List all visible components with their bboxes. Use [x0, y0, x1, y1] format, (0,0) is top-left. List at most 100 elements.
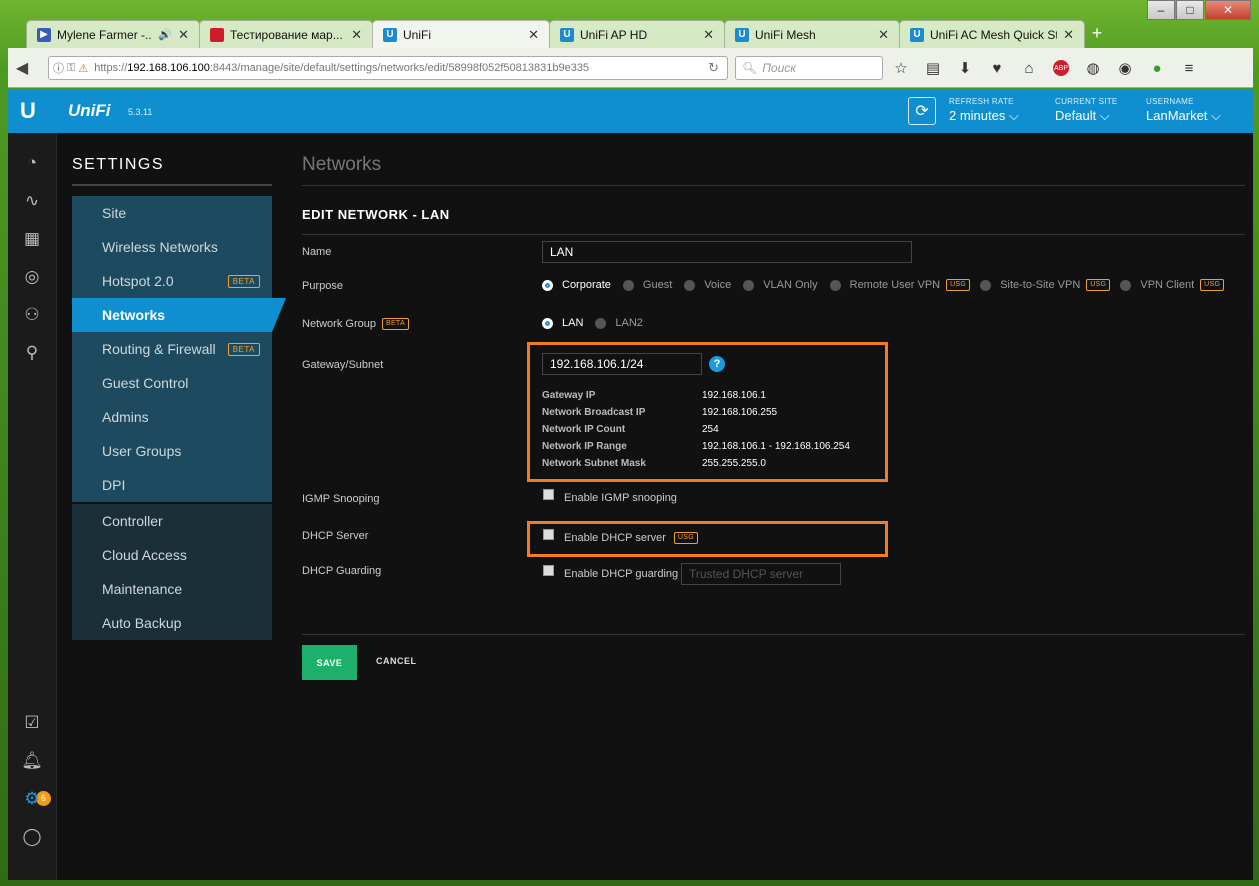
help-icon[interactable]: ? [709, 356, 725, 372]
speaker-icon[interactable]: 🔊 [158, 28, 172, 41]
radio-lan2[interactable] [595, 317, 607, 329]
radio-remote-user-vpn[interactable] [829, 279, 841, 291]
radio-lan[interactable] [542, 317, 553, 329]
eye-icon[interactable]: ◉ [1112, 56, 1138, 80]
sidebar-item-guest-control[interactable]: Guest Control [72, 366, 272, 400]
radio-corporate[interactable] [542, 279, 553, 291]
refresh-rate-dropdown[interactable]: REFRESH RATE 2 minutes ⌵ [949, 97, 1019, 124]
reload-icon[interactable]: ↻ [708, 60, 719, 76]
sidebar-item-label: Cloud Access [102, 547, 187, 563]
cancel-button[interactable]: CANCEL [376, 656, 417, 666]
name-input[interactable]: LAN [542, 241, 912, 263]
events-check-icon[interactable]: ☑ [20, 711, 44, 735]
close-tab-icon[interactable]: ✕ [703, 27, 714, 43]
tab-mylene[interactable]: ▶ Mylene Farmer -... 🔊 ✕ [26, 20, 200, 48]
radio-vpn-client[interactable] [1120, 279, 1132, 291]
radio-vlan-only[interactable] [743, 279, 755, 291]
close-tab-icon[interactable]: ✕ [878, 27, 889, 43]
sidebar-item-maintenance[interactable]: Maintenance [72, 572, 272, 606]
refresh-rate-label: REFRESH RATE [949, 97, 1014, 106]
tab-title: UniFi AC Mesh Quick St... [930, 27, 1058, 42]
dashboard-icon[interactable]: ◔ [20, 151, 44, 175]
window-controls: – □ ✕ [1147, 0, 1251, 20]
radio-voice[interactable] [684, 279, 696, 291]
radio-site-to-site-vpn[interactable] [980, 279, 992, 291]
sidebar-item-routing-firewall[interactable]: Routing & Firewall BETA [72, 332, 272, 366]
sidebar-item-admins[interactable]: Admins [72, 400, 272, 434]
save-button[interactable]: SAVE [302, 645, 357, 680]
radio-label: LAN [562, 317, 584, 329]
ubiquiti-logo-icon[interactable]: U [20, 99, 44, 123]
sidebar-item-hotspot[interactable]: Hotspot 2.0 BETA [72, 264, 272, 298]
sidebar-item-auto-backup[interactable]: Auto Backup [72, 606, 272, 640]
igmp-snooping-checkbox[interactable] [543, 489, 554, 500]
sidebar-item-label: Auto Backup [102, 615, 182, 631]
beta-badge: BETA [227, 342, 260, 356]
pocket-icon[interactable]: ♥ [984, 56, 1010, 80]
info-icon[interactable]: ⓘ [53, 60, 64, 76]
current-site-dropdown[interactable]: CURRENT SITE Default ⌵ [1055, 97, 1118, 124]
sidebar-item-label: Admins [102, 409, 149, 425]
dhcp-server-checkbox[interactable] [543, 529, 554, 540]
app-header: U UniFi 5.3.11 ⟳ REFRESH RATE 2 minutes … [8, 89, 1253, 133]
username-dropdown[interactable]: USERNAME LanMarket ⌵ [1146, 97, 1221, 124]
statistics-icon[interactable]: ∿ [20, 189, 44, 213]
globe-icon[interactable]: ◍ [1080, 56, 1106, 80]
play-icon: ▶ [37, 27, 51, 42]
sidebar-item-cloud-access[interactable]: Cloud Access [72, 538, 272, 572]
bookmark-star-icon[interactable]: ☆ [888, 56, 914, 80]
name-value: LAN [550, 245, 574, 259]
chat-icon[interactable]: ◯ [20, 825, 44, 849]
tab-unifi-ac-mesh[interactable]: U UniFi AC Mesh Quick St... ✕ [899, 20, 1085, 48]
warning-lock-icon[interactable]: ⚠ [78, 62, 88, 75]
reading-list-icon[interactable]: ▤ [920, 56, 946, 80]
unifi-u-icon: U [383, 27, 397, 42]
adblock-icon[interactable]: ABP [1048, 56, 1074, 80]
sidebar-item-dpi[interactable]: DPI [72, 468, 272, 502]
new-tab-button[interactable]: + [1084, 20, 1110, 48]
checkbox-label: Enable DHCP server [564, 532, 666, 544]
radio-label: Remote User VPN [849, 279, 941, 291]
close-tab-icon[interactable]: ✕ [528, 27, 539, 43]
sidebar-item-label: Controller [102, 513, 163, 529]
url-bar[interactable]: ⓘ ⚿ ⚠ https://192.168.106.100:8443/manag… [48, 56, 728, 80]
close-tab-icon[interactable]: ✕ [351, 27, 362, 43]
clients-icon[interactable]: ⚇ [20, 303, 44, 327]
sidebar-item-networks[interactable]: Networks [72, 298, 272, 332]
trusted-dhcp-input[interactable]: Trusted DHCP server [681, 563, 841, 585]
back-arrow-icon[interactable]: ◀ [8, 54, 36, 82]
extension-icon[interactable]: ● [1144, 56, 1170, 80]
tab-testing[interactable]: Тестирование мар... ✕ [199, 20, 373, 48]
insights-icon[interactable]: ⚲ [20, 341, 44, 365]
tab-unifi-mesh[interactable]: U UniFi Mesh ✕ [724, 20, 900, 48]
sidebar-item-wireless-networks[interactable]: Wireless Networks [72, 230, 272, 264]
dhcp-guarding-checkbox[interactable] [543, 565, 554, 576]
close-window-button[interactable]: ✕ [1205, 0, 1251, 20]
close-tab-icon[interactable]: ✕ [1063, 27, 1074, 43]
brand-logo[interactable]: UniFi [68, 101, 111, 121]
gateway-subnet-input[interactable]: 192.168.106.1/24 [542, 353, 702, 375]
key-icon: ⚿ [67, 61, 76, 74]
download-icon[interactable]: ⬇ [952, 56, 978, 80]
devices-icon[interactable]: ◎ [20, 265, 44, 289]
minimize-button[interactable]: – [1147, 0, 1175, 20]
radio-guest[interactable] [622, 279, 634, 291]
home-icon[interactable]: ⌂ [1016, 56, 1042, 80]
sidebar-item-controller[interactable]: Controller [72, 504, 272, 538]
sidebar-item-site[interactable]: Site [72, 196, 272, 230]
alerts-bell-icon[interactable]: 🔔︎ [20, 749, 44, 773]
tab-unifi[interactable]: U UniFi ✕ [372, 20, 550, 48]
map-icon[interactable]: ▦ [20, 227, 44, 251]
close-tab-icon[interactable]: ✕ [178, 27, 189, 43]
tab-unifi-ap-hd[interactable]: U UniFi AP HD ✕ [549, 20, 725, 48]
maximize-button[interactable]: □ [1176, 0, 1204, 20]
search-input[interactable]: 🔍︎ Поиск [735, 56, 883, 80]
sidebar-item-user-groups[interactable]: User Groups [72, 434, 272, 468]
gateway-subnet-value: 192.168.106.1/24 [550, 357, 644, 371]
tab-title: UniFi Mesh [755, 27, 816, 42]
refresh-icon[interactable]: ⟳ [908, 97, 936, 125]
menu-icon[interactable]: ≡ [1176, 56, 1202, 80]
url-host: 192.168.106.100 [127, 62, 210, 74]
radio-label: VPN Client [1140, 279, 1195, 291]
settings-gear-icon[interactable]: ⚙ [20, 787, 44, 811]
